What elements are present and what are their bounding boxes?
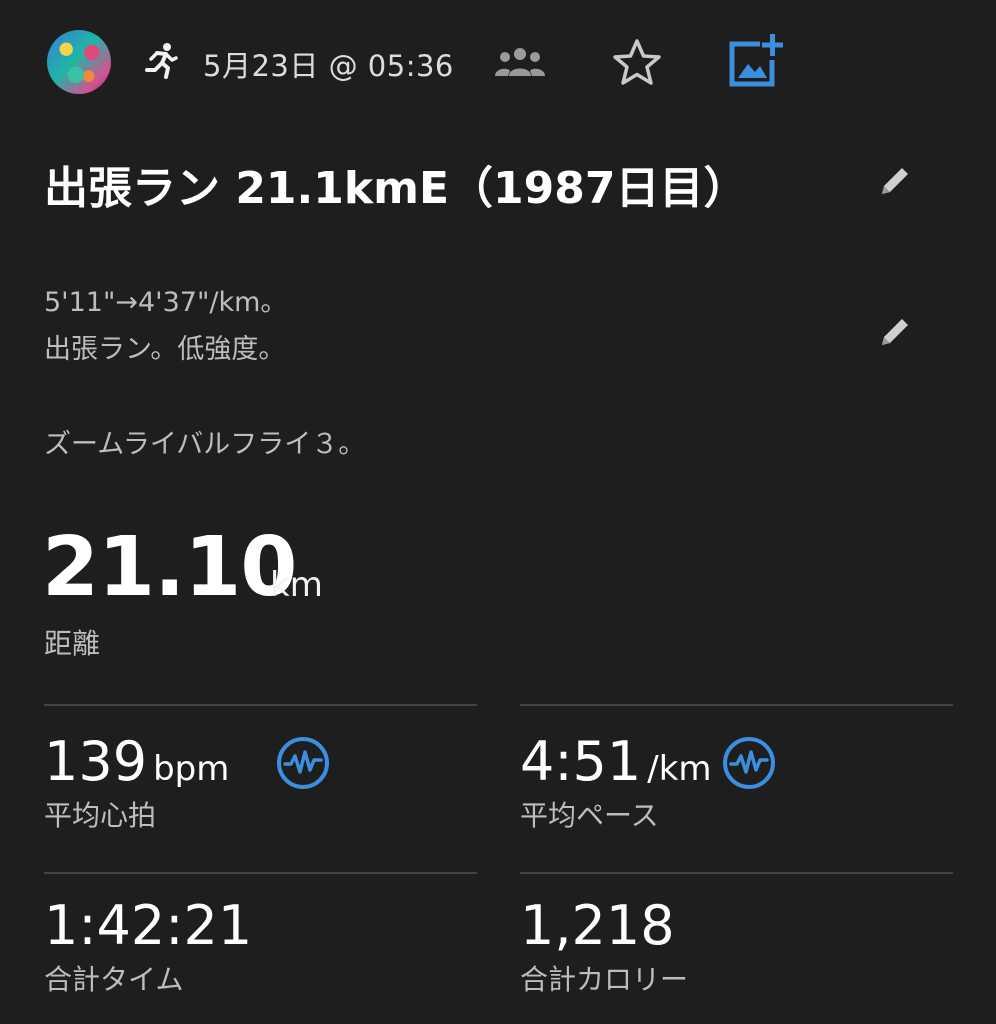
- description-line-2: 出張ラン。低強度。: [44, 334, 286, 365]
- stat-value: 139 bpm: [44, 730, 230, 793]
- stat-label: 合計タイム: [44, 963, 184, 996]
- edit-description-pencil-icon[interactable]: [876, 313, 914, 351]
- stat-avg-heart-rate: 139 bpm 平均心拍: [44, 706, 484, 856]
- add-photo-icon[interactable]: [726, 32, 784, 88]
- activity-date: 5月23日 @ 05:36: [203, 49, 454, 83]
- stat-label: 合計カロリー: [520, 963, 689, 996]
- stat-label: 平均ペース: [520, 799, 659, 832]
- stat-total-time: 1:42:21 合計タイム: [44, 870, 484, 1020]
- heart-rate-icon[interactable]: [722, 736, 776, 790]
- stat-unit: bpm: [153, 749, 230, 789]
- star-icon[interactable]: [610, 36, 664, 90]
- stat-unit: /km: [647, 749, 712, 789]
- description-line-1: 5'11"→4'37"/km。: [44, 287, 288, 318]
- description-line-3: ズームライバルフライ３。: [44, 429, 366, 460]
- stat-value: 1,218: [520, 894, 675, 957]
- stat-value: 4:51/km: [520, 730, 712, 793]
- edit-title-pencil-icon[interactable]: [876, 162, 914, 200]
- distance-unit: km: [270, 565, 323, 605]
- group-icon[interactable]: [494, 46, 546, 78]
- avatar[interactable]: [47, 30, 111, 94]
- distance-label: 距離: [44, 627, 101, 660]
- running-icon: [145, 43, 178, 79]
- stat-value: 1:42:21: [44, 894, 253, 957]
- heart-rate-icon[interactable]: [276, 736, 330, 790]
- distance-value: 21.10: [42, 520, 297, 615]
- activity-title: 出張ラン 21.1kmE（1987日目）: [44, 163, 748, 214]
- stat-label: 平均心拍: [44, 799, 157, 832]
- stat-total-calories: 1,218 合計カロリー: [520, 870, 960, 1020]
- stat-avg-pace: 4:51/km 平均ペース: [520, 706, 960, 856]
- activity-header: 5月23日 @ 05:36: [0, 0, 996, 130]
